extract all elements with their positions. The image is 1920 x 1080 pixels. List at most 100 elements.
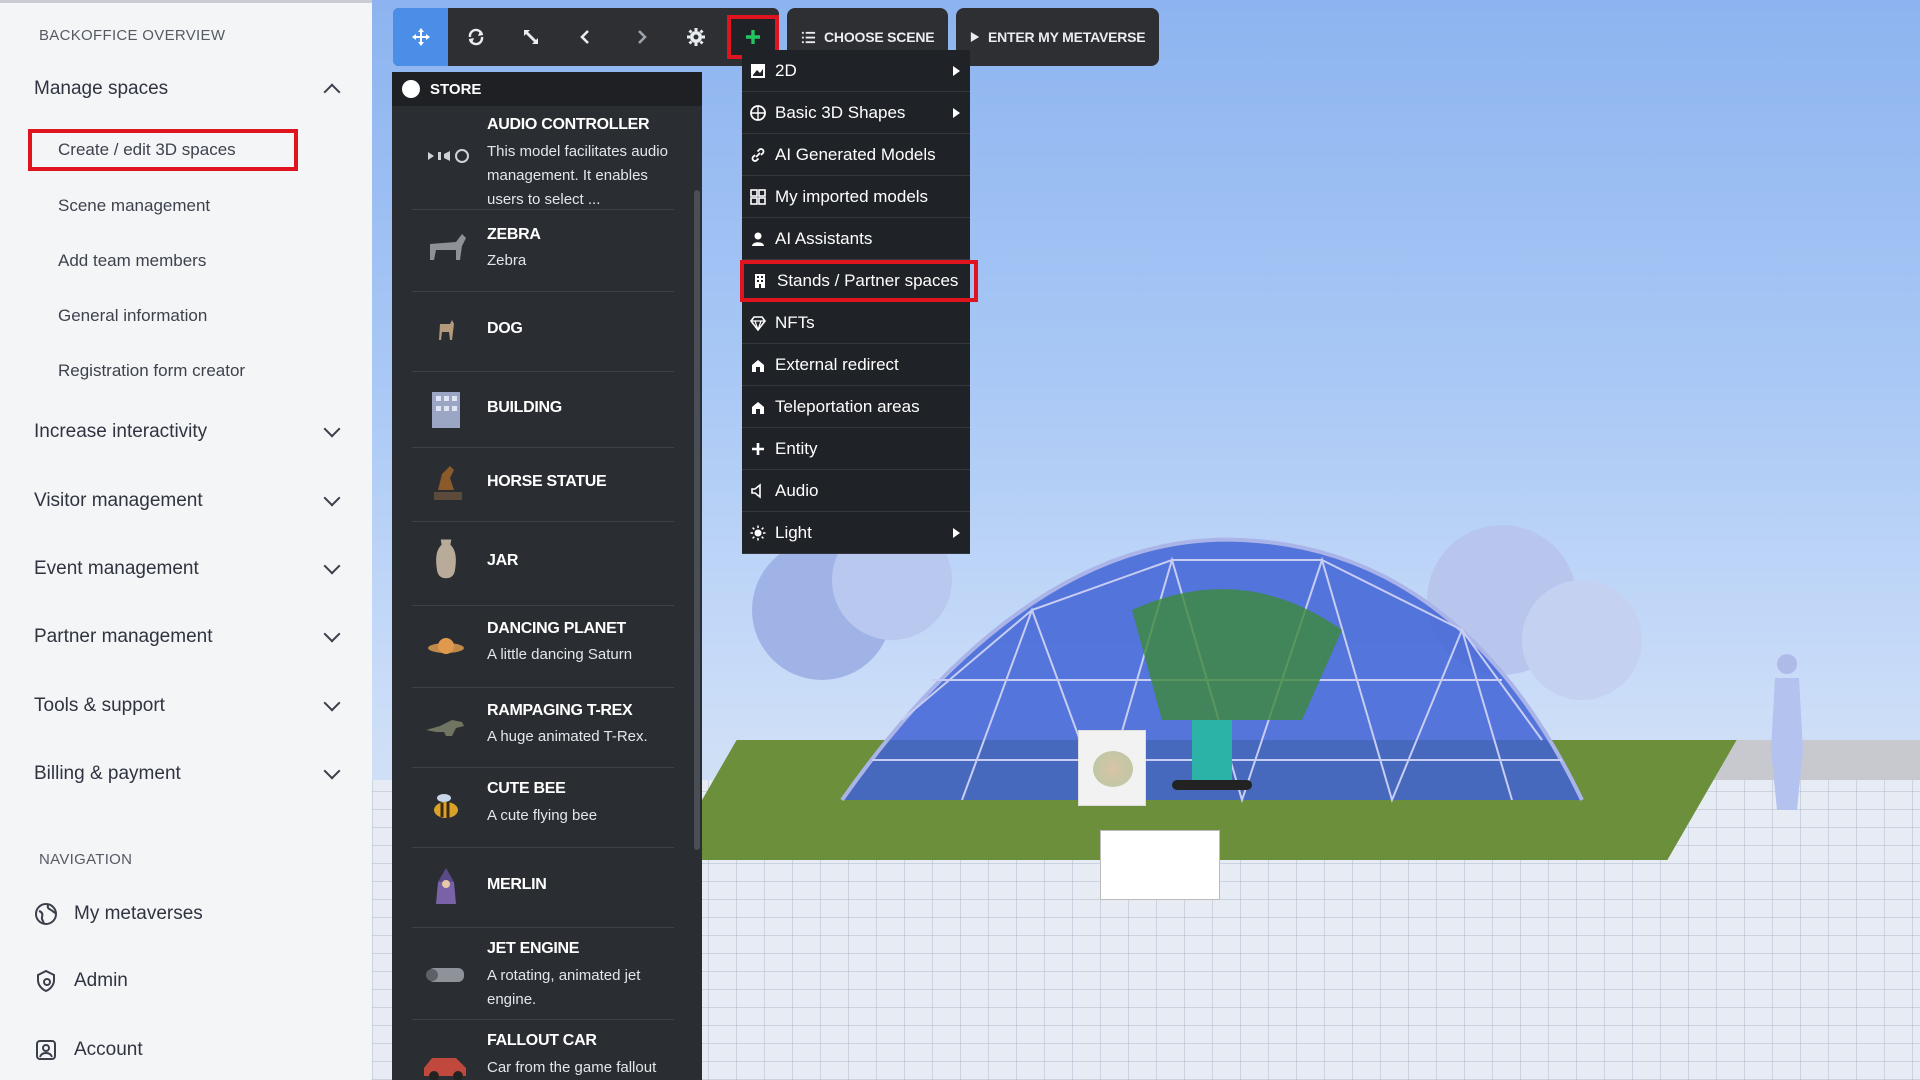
menu-item-light[interactable]: Light: [742, 512, 970, 554]
enter-my-metaverse-button[interactable]: ENTER MY METAVERSE: [956, 8, 1160, 66]
scene-info-board: [1100, 830, 1220, 900]
store-item-description: A cute flying bee: [487, 807, 598, 824]
store-item-dog[interactable]: DOG: [412, 292, 674, 372]
teleport-icon: [752, 401, 764, 414]
rotate-tool-button[interactable]: [448, 8, 503, 66]
store-item-rampaging-t-rex[interactable]: RAMPAGING T-REX A huge animated T-Rex.: [412, 688, 674, 768]
zebra-thumbnail: [430, 234, 466, 260]
user-icon: [752, 232, 764, 246]
manage-spaces-label: Manage spaces: [34, 78, 169, 99]
menu-item-audio[interactable]: Audio: [742, 470, 970, 512]
expand-icon: [523, 30, 538, 44]
cubes-icon: [750, 188, 766, 205]
create-edit-3d-spaces-link[interactable]: Create / edit 3D spaces: [28, 129, 298, 171]
redo-button[interactable]: [613, 8, 668, 66]
store-item-jar[interactable]: JAR: [412, 522, 674, 606]
editor-toolbar: [393, 8, 779, 66]
store-item-title: DANCING PLANET: [487, 620, 626, 637]
backoffice-overview-heading: BACKOFFICE OVERVIEW: [39, 27, 226, 44]
store-item-description: A huge animated T-Rex.: [487, 728, 648, 745]
partner-management-group[interactable]: Partner management: [34, 617, 344, 657]
my-metaverses-link[interactable]: My metaverses: [34, 897, 203, 931]
menu-item-label: AI Assistants: [775, 228, 873, 248]
tools-support-group[interactable]: Tools & support: [34, 686, 344, 726]
menu-item-label: Stands / Partner spaces: [777, 271, 959, 290]
store-item-title: DOG: [487, 320, 523, 337]
horse-statue-thumbnail: [434, 466, 462, 500]
store-item-title: BUILDING: [487, 399, 562, 416]
store-item-title: ZEBRA: [487, 226, 541, 243]
increase-interactivity-group[interactable]: Increase interactivity: [34, 412, 344, 452]
store-scrollbar[interactable]: [694, 190, 700, 850]
menu-item-teleportation-areas[interactable]: Teleportation areas: [742, 386, 970, 428]
general-information-link[interactable]: General information: [58, 306, 207, 326]
menu-item-external-redirect[interactable]: External redirect: [742, 344, 970, 386]
add-team-members-link[interactable]: Add team members: [58, 251, 206, 271]
my-metaverses-label: My metaverses: [74, 903, 203, 924]
account-link[interactable]: Account: [34, 1033, 143, 1067]
jar-thumbnail: [436, 539, 456, 579]
menu-item-ai-generated-models[interactable]: AI Generated Models: [742, 134, 970, 176]
speaker-icon: [751, 482, 761, 499]
add-object-menu: 2D Basic 3D Shapes AI Generated Models M…: [740, 50, 978, 554]
store-item-cute-bee[interactable]: CUTE BEE A cute flying bee: [412, 768, 674, 848]
store-header: STORE: [392, 72, 702, 106]
scene-image-panel: [1078, 730, 1146, 806]
visitor-management-group[interactable]: Visitor management: [34, 481, 344, 521]
menu-item-my-imported-models[interactable]: My imported models: [742, 176, 970, 218]
store-item-title: JET ENGINE: [487, 940, 580, 957]
chevron-down-icon: [323, 625, 341, 643]
store-item-jet-engine[interactable]: JET ENGINE A rotating, animated jet engi…: [412, 928, 674, 1020]
store-item-building[interactable]: BUILDING: [412, 372, 674, 448]
sun-icon: [750, 525, 766, 540]
menu-item-label: My imported models: [775, 186, 929, 206]
store-item-description: Car from the game fallout: [487, 1059, 657, 1076]
menu-item-2d[interactable]: 2D: [742, 50, 970, 92]
menu-item-label: Basic 3D Shapes: [775, 102, 906, 122]
menu-item-label: Teleportation areas: [775, 396, 920, 416]
store-item-zebra[interactable]: ZEBRA Zebra: [412, 210, 674, 292]
geodesic-dome: [752, 520, 1642, 804]
store-item-audio-controller[interactable]: AUDIO CONTROLLER This model facilitates …: [412, 106, 674, 210]
store-item-dancing-planet[interactable]: DANCING PLANET A little dancing Saturn: [412, 606, 674, 688]
store-item-horse-statue[interactable]: HORSE STATUE: [412, 448, 674, 522]
store-item-description: This model facilitates audio management.…: [487, 143, 668, 208]
undo-button[interactable]: [558, 8, 613, 66]
menu-item-entity[interactable]: Entity: [742, 428, 970, 470]
store-item-merlin[interactable]: MERLIN: [412, 848, 674, 928]
account-icon: [36, 1040, 56, 1060]
audio-controller-thumbnail: [428, 149, 469, 163]
scene-management-link[interactable]: Scene management: [58, 196, 210, 216]
plus-icon: [752, 442, 764, 455]
chevron-up-icon: [323, 83, 341, 101]
store-item-title: HORSE STATUE: [487, 473, 607, 490]
building-icon: [755, 274, 765, 288]
menu-item-basic-3d-shapes[interactable]: Basic 3D Shapes: [742, 92, 970, 134]
manage-spaces-group[interactable]: Manage spaces: [34, 69, 344, 109]
store-item-title: CUTE BEE: [487, 780, 566, 797]
chevron-right-icon: [637, 30, 647, 44]
admin-link[interactable]: Admin: [34, 964, 128, 998]
menu-item-label: NFTs: [775, 312, 815, 332]
settings-button[interactable]: [668, 8, 723, 66]
group-label: Increase interactivity: [34, 421, 208, 442]
registration-form-creator-link[interactable]: Registration form creator: [58, 361, 245, 381]
menu-item-label: AI Generated Models: [775, 144, 936, 164]
move-tool-button[interactable]: [393, 8, 448, 66]
chevron-left-icon: [579, 30, 589, 44]
submenu-arrow-icon: [953, 66, 960, 76]
menu-item-ai-assistants[interactable]: AI Assistants: [742, 218, 970, 260]
group-label: Event management: [34, 558, 199, 579]
scale-tool-button[interactable]: [503, 8, 558, 66]
event-management-group[interactable]: Event management: [34, 549, 344, 589]
chevron-down-icon: [323, 557, 341, 575]
menu-item-label: External redirect: [775, 354, 899, 374]
billing-payment-group[interactable]: Billing & payment: [34, 754, 344, 794]
image-icon: [751, 63, 765, 78]
menu-item-nfts[interactable]: NFTs: [742, 302, 970, 344]
store-item-description: A little dancing Saturn: [487, 646, 633, 663]
menu-item-stands-partner-spaces[interactable]: Stands / Partner spaces: [740, 260, 978, 302]
store-title: STORE: [430, 80, 482, 98]
link-icon: [751, 147, 765, 162]
store-item-fallout-car[interactable]: FALLOUT CAR Car from the game fallout: [412, 1020, 674, 1080]
